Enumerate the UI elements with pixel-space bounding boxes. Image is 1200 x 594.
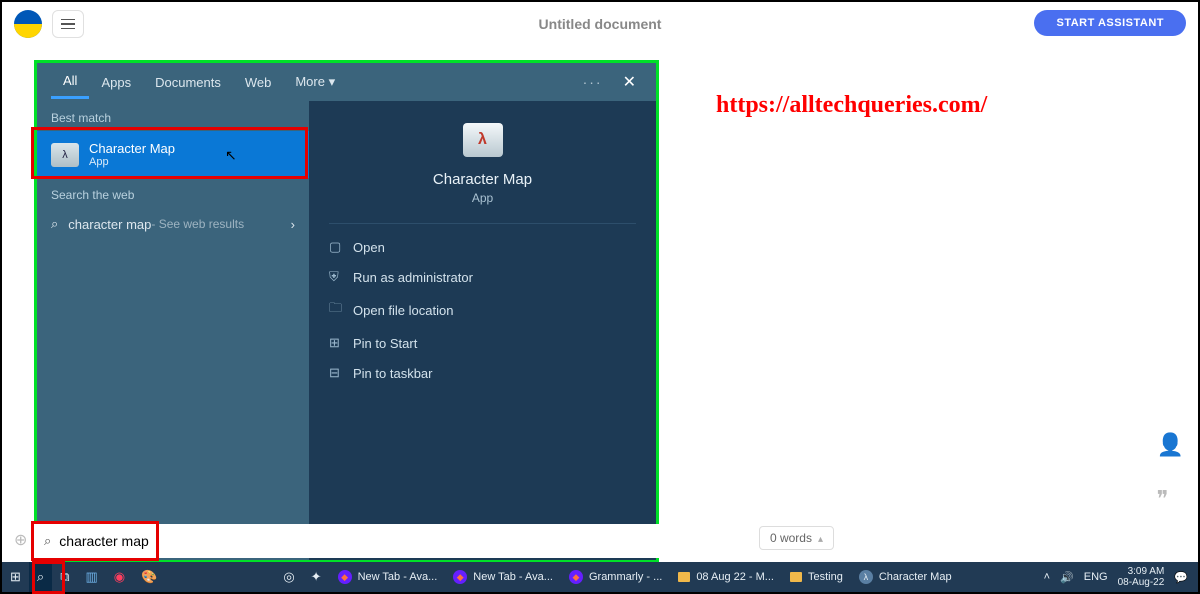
brave-icon: ◆ xyxy=(569,570,583,584)
search-icon: ⌕ xyxy=(51,216,58,232)
folder-icon xyxy=(678,572,690,582)
pinned-app[interactable]: ✦ xyxy=(303,562,330,592)
folder-icon xyxy=(790,572,802,582)
pin-icon: ⊞ xyxy=(329,335,353,351)
chevron-right-icon: › xyxy=(291,217,295,232)
action-open[interactable]: ▢Open xyxy=(329,232,636,262)
web-query: character map xyxy=(68,217,151,232)
tab-web[interactable]: Web xyxy=(233,67,284,98)
folder-icon: 🗀 xyxy=(329,299,353,321)
tab-apps[interactable]: Apps xyxy=(89,67,143,98)
action-pin-start[interactable]: ⊞Pin to Start xyxy=(329,328,636,358)
search-icon: ⌕ xyxy=(44,533,51,549)
search-icon: ⌕ xyxy=(37,569,44,585)
action-run-admin[interactable]: ⛨Run as administrator xyxy=(329,262,636,292)
taskbar: ⊞ ⌕ ⧉ ▥ ◉ 🎨 ◎ ✦ ◆ New Tab - Ava... ◆ New T… xyxy=(2,562,1198,592)
best-match-result[interactable]: λ Character Map App ↖ xyxy=(37,131,309,178)
web-result-row[interactable]: ⌕ character map - See web results › xyxy=(37,208,309,240)
clock-date: 08-Aug-22 xyxy=(1118,577,1165,588)
search-tabs: All Apps Documents Web More ▾ ··· ✕ xyxy=(37,63,656,101)
volume-icon[interactable]: 🔊 xyxy=(1060,571,1074,584)
brave-icon: ◆ xyxy=(338,570,352,584)
pin-icon: ⊟ xyxy=(329,365,353,381)
charmap-icon: λ xyxy=(51,143,79,167)
search-web-heading: Search the web xyxy=(37,178,309,208)
word-count-badge[interactable]: 0 words xyxy=(759,526,834,550)
taskbar-window[interactable]: ◆ Grammarly - ... xyxy=(561,562,670,592)
watermark-url: https://alltechqueries.com/ xyxy=(716,92,987,119)
language-indicator[interactable]: ENG xyxy=(1084,571,1108,583)
action-label: Pin to Start xyxy=(353,336,417,351)
person-icon[interactable]: 👤 xyxy=(1157,432,1184,458)
web-suffix: - See web results xyxy=(151,217,244,231)
tab-documents[interactable]: Documents xyxy=(143,67,233,98)
taskbar-label: New Tab - Ava... xyxy=(358,571,438,583)
windows-search-panel: All Apps Documents Web More ▾ ··· ✕ Best… xyxy=(34,60,659,563)
taskbar-label: New Tab - Ava... xyxy=(473,571,553,583)
tab-more[interactable]: More ▾ xyxy=(283,66,347,98)
pinned-chrome[interactable]: ◎ xyxy=(275,562,302,592)
app-icon: ◉ xyxy=(114,569,125,585)
task-view-icon: ⧉ xyxy=(60,569,69,585)
tray-chevron-icon[interactable]: ˄ xyxy=(1044,571,1050,583)
action-label: Pin to taskbar xyxy=(353,366,433,381)
pinned-app[interactable]: ◉ xyxy=(106,562,133,592)
task-view-button[interactable]: ⧉ xyxy=(52,562,77,592)
clock-time: 3:09 AM xyxy=(1118,566,1165,577)
pinned-app[interactable]: 🎨 xyxy=(133,562,165,592)
brave-icon: ◆ xyxy=(453,570,467,584)
action-label: Run as administrator xyxy=(353,270,473,285)
page-add-icon[interactable]: ⊕ xyxy=(14,530,27,550)
taskbar-label: Testing xyxy=(808,571,843,583)
taskbar-window[interactable]: ◆ New Tab - Ava... xyxy=(330,562,446,592)
open-icon: ▢ xyxy=(329,239,353,255)
taskbar-label: 08 Aug 22 - M... xyxy=(696,571,774,583)
start-button[interactable]: ⊞ xyxy=(2,562,29,592)
document-title: Untitled document xyxy=(539,16,662,32)
taskbar-label: Grammarly - ... xyxy=(589,571,662,583)
hero-charmap-icon: λ xyxy=(463,123,503,157)
tab-overflow-icon[interactable]: ··· xyxy=(575,74,611,90)
app-logo-icon xyxy=(14,10,42,38)
tab-all[interactable]: All xyxy=(51,65,89,99)
charmap-icon: λ xyxy=(859,570,873,584)
result-subtitle: App xyxy=(89,156,175,168)
taskbar-search-button[interactable]: ⌕ xyxy=(29,562,52,592)
quote-icon[interactable]: ❞ xyxy=(1157,486,1184,512)
clock[interactable]: 3:09 AM 08-Aug-22 xyxy=(1118,566,1165,588)
taskbar-label: Character Map xyxy=(879,571,952,583)
result-title: Character Map xyxy=(89,141,175,156)
action-open-location[interactable]: 🗀Open file location xyxy=(329,292,636,328)
hero-subtitle: App xyxy=(309,191,656,205)
pinned-app[interactable]: ▥ xyxy=(77,562,105,592)
search-input[interactable] xyxy=(59,533,649,549)
notifications-icon[interactable]: 💬 xyxy=(1174,571,1188,584)
chrome-icon: ◎ xyxy=(283,569,294,585)
action-label: Open file location xyxy=(353,303,453,318)
app-icon: ▥ xyxy=(85,569,97,585)
app-header: Untitled document START ASSISTANT xyxy=(2,2,1198,46)
action-pin-taskbar[interactable]: ⊟Pin to taskbar xyxy=(329,358,636,388)
app-icon: ✦ xyxy=(311,569,322,585)
search-input-bar[interactable]: ⌕ xyxy=(34,524,659,558)
taskbar-window[interactable]: λ Character Map xyxy=(851,562,960,592)
taskbar-window[interactable]: 08 Aug 22 - M... xyxy=(670,562,782,592)
start-assistant-button[interactable]: START ASSISTANT xyxy=(1034,10,1186,36)
admin-icon: ⛨ xyxy=(329,269,353,285)
divider xyxy=(329,223,636,224)
taskbar-window[interactable]: ◆ New Tab - Ava... xyxy=(445,562,561,592)
cursor-icon: ↖ xyxy=(225,147,237,164)
close-icon[interactable]: ✕ xyxy=(617,72,642,92)
action-label: Open xyxy=(353,240,385,255)
hero-title: Character Map xyxy=(309,171,656,188)
app-icon: 🎨 xyxy=(141,569,157,585)
menu-button[interactable] xyxy=(52,10,84,38)
windows-icon: ⊞ xyxy=(10,569,21,585)
taskbar-window[interactable]: Testing xyxy=(782,562,851,592)
best-match-heading: Best match xyxy=(37,101,309,131)
